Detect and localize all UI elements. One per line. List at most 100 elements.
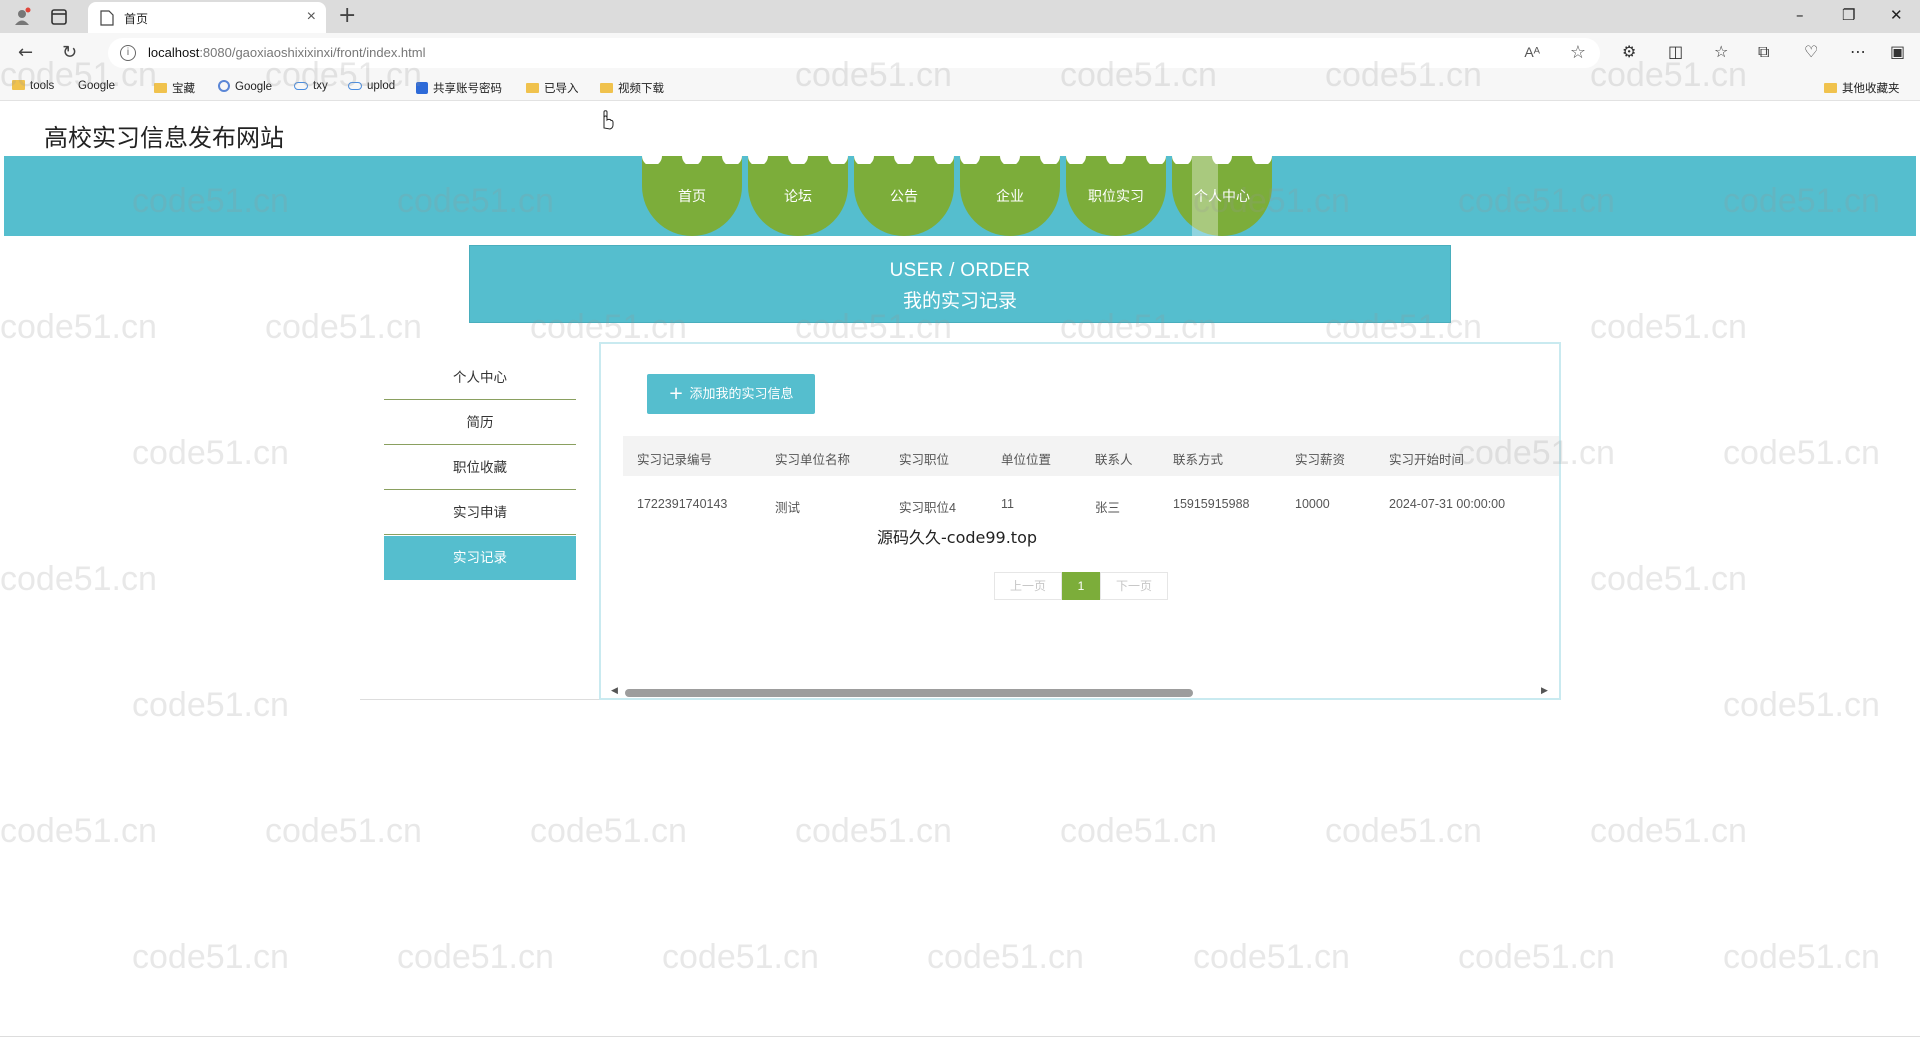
scrollbar-thumb[interactable] xyxy=(625,689,1193,697)
bookmark-tools[interactable]: tools xyxy=(12,80,54,92)
folder-icon xyxy=(12,80,25,90)
column-header[interactable]: 实习单位名称 xyxy=(775,449,850,468)
bookmark-logo-icon xyxy=(416,82,428,94)
nav-user-center[interactable]: 个人中心 xyxy=(1172,156,1272,236)
table-header: 实习记录编号 实习单位名称 实习职位 单位位置 联系人 联系方式 实习薪资 实习… xyxy=(623,436,1559,476)
scallop-decoration xyxy=(960,156,1060,164)
site-title: 高校实习信息发布网站 xyxy=(44,125,284,152)
cloud-icon xyxy=(294,82,308,90)
column-header[interactable]: 联系人 xyxy=(1095,449,1133,468)
scallop-decoration xyxy=(1066,156,1166,164)
next-page-button[interactable]: 下一页 xyxy=(1100,572,1168,600)
folder-icon xyxy=(154,83,167,93)
source-overlay-text: 源码久久-code99.top xyxy=(877,528,1038,547)
scroll-right-icon[interactable]: ▶ xyxy=(1541,686,1548,696)
restore-icon[interactable]: ❐ xyxy=(1842,6,1855,24)
url-text[interactable]: localhost:8080/gaoxiaoshixixinxi/front/i… xyxy=(148,45,426,60)
reload-icon[interactable]: ↻ xyxy=(62,42,77,63)
bookmark-google-page[interactable]: Google xyxy=(78,80,115,195)
table-cell: 15915915988 xyxy=(1173,497,1250,511)
nav-internship[interactable]: 职位实习 xyxy=(1066,156,1166,236)
column-header[interactable]: 实习记录编号 xyxy=(637,449,712,468)
sidebar-toggle-icon[interactable]: ▣ xyxy=(1890,42,1905,61)
prev-page-button[interactable]: 上一页 xyxy=(994,572,1062,600)
page-bottom-border xyxy=(0,1036,1920,1037)
horizontal-scrollbar[interactable]: ◀ ▶ xyxy=(609,686,1549,698)
page-banner: USER / ORDER 我的实习记录 xyxy=(469,245,1451,323)
sidebar-item-internship-records[interactable]: 实习记录 xyxy=(384,536,576,580)
column-header[interactable]: 实习开始时间 xyxy=(1389,449,1464,468)
folder-icon xyxy=(526,83,539,93)
page-number-button[interactable]: 1 xyxy=(1062,572,1100,600)
nav-company[interactable]: 企业 xyxy=(960,156,1060,236)
records-panel: + 添加我的实习信息 实习记录编号 实习单位名称 实习职位 单位位置 联系人 联系… xyxy=(599,342,1561,700)
tab-actions-icon[interactable] xyxy=(50,8,68,26)
bookmark-uplod[interactable]: uplod xyxy=(348,80,395,92)
close-window-icon[interactable]: ✕ xyxy=(1890,6,1903,24)
bookmark-imported[interactable]: 已导入 xyxy=(526,80,579,96)
sidebar-item-user-center[interactable]: 个人中心 xyxy=(384,356,576,400)
add-internship-button[interactable]: + 添加我的实习信息 xyxy=(647,374,815,414)
browser-tab-active[interactable]: 首页 × xyxy=(88,2,326,33)
nav-forum[interactable]: 论坛 xyxy=(748,156,848,236)
table-cell: 2024-07-31 00:00:00 xyxy=(1389,497,1506,511)
web-page: 高校实习信息发布网站 首页 论坛 公告 企业 职位实习 个人中心 USER / … xyxy=(0,102,1920,1040)
page-icon xyxy=(100,10,114,26)
nav-home[interactable]: 首页 xyxy=(642,156,742,236)
bookmark-shared-accounts[interactable]: 共享账号密码 xyxy=(416,80,502,96)
table-cell: 11 xyxy=(1001,497,1014,511)
table-cell: 10000 xyxy=(1295,497,1330,511)
split-screen-icon[interactable]: ◫ xyxy=(1668,42,1683,61)
google-icon xyxy=(218,80,230,92)
cloud-icon xyxy=(348,82,362,90)
table-cell: 张三 xyxy=(1095,501,1121,515)
more-menu-icon[interactable]: ⋯ xyxy=(1850,42,1866,61)
bookmark-treasure[interactable]: 宝藏 xyxy=(154,80,195,96)
bookmarks-bar: tools Google 宝藏 Google txy uplod 共享账号密码 … xyxy=(0,73,1920,195)
plus-icon: + xyxy=(668,383,684,404)
profile-icon[interactable] xyxy=(12,7,32,27)
column-header[interactable]: 单位位置 xyxy=(1001,449,1051,468)
favorites-icon[interactable]: ☆ xyxy=(1714,42,1728,61)
sidebar-item-applications[interactable]: 实习申请 xyxy=(384,491,576,535)
favorite-star-icon[interactable]: ☆ xyxy=(1570,42,1586,63)
sidebar-item-resume[interactable]: 简历 xyxy=(384,401,576,445)
scallop-decoration xyxy=(748,156,848,164)
banner-english-title: USER / ORDER xyxy=(889,260,1031,281)
table-cell: 实习职位4 xyxy=(899,501,956,515)
table-cell: 1722391740143 xyxy=(637,497,728,511)
close-tab-icon[interactable]: × xyxy=(307,8,316,26)
bookmark-google[interactable]: Google xyxy=(218,80,272,93)
table-row[interactable]: 1722391740143 测试 实习职位4 11 张三 15915915988… xyxy=(623,484,1559,524)
address-bar[interactable]: i localhost:8080/gaoxiaoshixixinxi/front… xyxy=(108,38,1600,68)
column-header[interactable]: 实习职位 xyxy=(899,449,949,468)
user-sidebar: 个人中心 简历 职位收藏 实习申请 实习记录 xyxy=(360,342,600,700)
browser-toolbar: ← ↻ i localhost:8080/gaoxiaoshixixinxi/f… xyxy=(0,33,1920,73)
folder-icon xyxy=(1824,83,1837,93)
collections-icon[interactable]: ⧉ xyxy=(1758,42,1769,62)
back-icon[interactable]: ← xyxy=(18,42,33,63)
scallop-decoration xyxy=(642,156,742,164)
new-tab-icon[interactable]: + xyxy=(338,3,356,28)
folder-icon xyxy=(600,83,613,93)
minimize-icon[interactable]: – xyxy=(1796,6,1804,24)
bookmark-txy[interactable]: txy xyxy=(294,80,328,92)
browser-essentials-icon[interactable]: ♡ xyxy=(1804,42,1818,61)
bookmark-video-download[interactable]: 视频下载 xyxy=(600,80,664,96)
mouse-cursor-icon xyxy=(603,110,614,130)
site-info-icon[interactable]: i xyxy=(120,45,136,61)
bookmark-other-favorites[interactable]: 其他收藏夹 xyxy=(1824,80,1900,96)
scallop-decoration xyxy=(854,156,954,164)
tab-title: 首页 xyxy=(124,12,149,26)
nav-notice[interactable]: 公告 xyxy=(854,156,954,236)
extensions-icon[interactable]: ⚙ xyxy=(1622,42,1636,61)
sidebar-item-job-favorites[interactable]: 职位收藏 xyxy=(384,446,576,490)
main-nav: 首页 论坛 公告 企业 职位实习 个人中心 xyxy=(4,156,1916,236)
table-cell: 测试 xyxy=(775,501,801,515)
scroll-left-icon[interactable]: ◀ xyxy=(611,686,618,696)
scallop-decoration xyxy=(1172,156,1272,164)
read-aloud-icon[interactable]: Aᴬ xyxy=(1524,44,1540,60)
browser-tabstrip: 首页 × + – ❐ ✕ xyxy=(0,0,1920,33)
column-header[interactable]: 联系方式 xyxy=(1173,449,1223,468)
column-header[interactable]: 实习薪资 xyxy=(1295,449,1345,468)
